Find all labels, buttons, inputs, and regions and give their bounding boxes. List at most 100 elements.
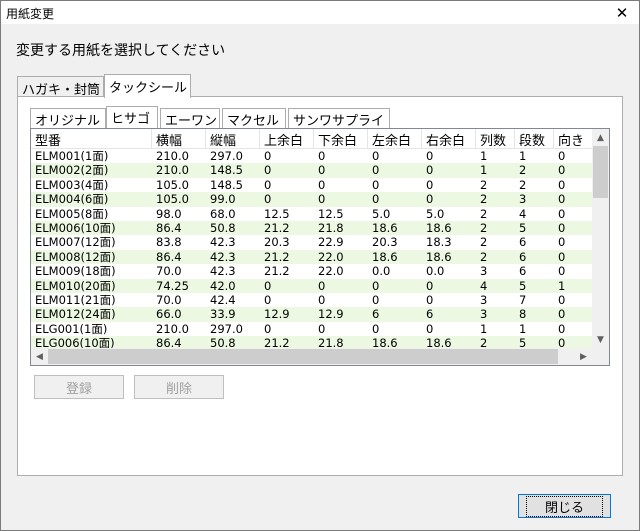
table-cell: 42.0: [210, 278, 236, 293]
table-cell: 20.3: [264, 235, 290, 250]
table-row[interactable]: ELM011(21面) 70.0 42.4 0 0 0 0 3 7 0: [31, 293, 593, 307]
table-row[interactable]: ELM007(12面) 83.8 42.3 20.3 22.9 20.3 18.3 2 6 0: [31, 235, 593, 249]
table-cell: 22.0: [318, 264, 344, 279]
table-cell: 0: [318, 177, 326, 192]
tack-seal-panel: オリジナル ヒサゴ エーワン マクセル サンワサプライ 型番 横幅 縦幅 上余白…: [17, 96, 623, 476]
table-cell: 42.3: [210, 249, 236, 264]
table-cell: 0: [558, 307, 566, 322]
horizontal-scrollbar[interactable]: ◀ ▶: [31, 348, 592, 365]
table-cell: 0: [372, 192, 380, 207]
vertical-scroll-thumb[interactable]: [593, 146, 608, 198]
table-cell: 5.0: [372, 206, 391, 221]
column-header[interactable]: 段数: [515, 129, 554, 149]
tab-a-one[interactable]: エーワン: [160, 108, 220, 129]
table-cell: 0: [264, 321, 272, 336]
table-cell: 3: [480, 292, 488, 307]
table-cell: 21.2: [264, 220, 290, 235]
tab-hisago[interactable]: ヒサゴ: [106, 106, 158, 128]
scroll-right-icon[interactable]: ▶: [575, 348, 592, 365]
table-cell: 0: [264, 177, 272, 192]
register-button[interactable]: 登録: [34, 375, 124, 399]
table-cell: 0: [318, 192, 326, 207]
table-cell: 0: [264, 192, 272, 207]
column-header[interactable]: 左余白: [368, 129, 422, 149]
close-button-label: 閉じる: [525, 495, 603, 517]
table-cell: 0: [426, 177, 434, 192]
table-cell: 21.2: [264, 249, 290, 264]
table-cell: ELM009(18面): [35, 264, 116, 279]
table-cell: 297.0: [210, 321, 243, 336]
table-cell: 0: [372, 177, 380, 192]
table-cell: 1: [519, 149, 527, 163]
table-cell: 74.25: [156, 278, 189, 293]
table-cell: 12.9: [318, 307, 344, 322]
close-button[interactable]: 閉じる: [518, 494, 611, 518]
table-row[interactable]: ELM012(24面) 66.0 33.9 12.9 12.9 6 6 3 8 0: [31, 307, 593, 322]
table-cell: 22.0: [318, 249, 344, 264]
column-header[interactable]: 横幅: [152, 129, 206, 149]
horizontal-scroll-thumb[interactable]: [48, 349, 558, 364]
table-cell: 42.3: [210, 235, 236, 250]
table-cell: 42.3: [210, 264, 236, 279]
table-cell: 18.6: [372, 220, 398, 235]
table-row[interactable]: ELM009(18面) 70.0 42.3 21.2 22.0 0.0 0.0 3 6 0: [31, 264, 593, 278]
tab-hagaki-envelope[interactable]: ハガキ・封筒: [17, 76, 104, 98]
table-header: 型番 横幅 縦幅 上余白 下余白 左余白 右余白 列数 段数 向き: [31, 129, 593, 149]
table-cell: 98.0: [156, 206, 182, 221]
table-cell: 2: [480, 177, 488, 192]
paper-list-table[interactable]: 型番 横幅 縦幅 上余白 下余白 左余白 右余白 列数 段数 向き ELM001…: [30, 128, 610, 366]
column-header[interactable]: 右余白: [422, 129, 476, 149]
table-row[interactable]: ELM006(10面) 86.4 50.8 21.2 21.8 18.6 18.6 2 5 0: [31, 220, 593, 236]
table-cell: 3: [480, 264, 488, 279]
table-cell: 18.6: [426, 220, 452, 235]
window-title: 用紙変更: [6, 7, 55, 21]
vertical-scrollbar[interactable]: ▲ ▼: [592, 129, 609, 348]
column-header[interactable]: 列数: [476, 129, 515, 149]
table-cell: 68.0: [210, 206, 236, 221]
table-cell: 0: [318, 278, 326, 293]
close-icon[interactable]: ✕: [605, 1, 639, 24]
column-header[interactable]: 下余白: [314, 129, 368, 149]
table-row[interactable]: ELM010(20面) 74.25 42.0 0 0 0 0 4 5 1: [31, 278, 593, 293]
table-cell: 0: [558, 163, 566, 178]
table-cell: 0: [264, 278, 272, 293]
column-header[interactable]: 縦幅: [206, 129, 260, 149]
table-row[interactable]: ELM003(4面) 105.0 148.5 0 0 0 0 2 2 0: [31, 178, 593, 192]
delete-button[interactable]: 削除: [134, 375, 224, 399]
table-cell: 42.4: [210, 292, 236, 307]
table-cell: 2: [519, 177, 527, 192]
paper-change-dialog: 用紙変更 ✕ 変更する用紙を選択してください ハガキ・封筒 タックシール オリジ…: [0, 0, 640, 531]
table-cell: ELM008(12面): [35, 249, 116, 264]
tab-sanwa-supply[interactable]: サンワサプライ: [288, 108, 390, 129]
table-cell: 18.6: [372, 249, 398, 264]
tab-maxell[interactable]: マクセル: [222, 108, 286, 129]
column-header[interactable]: 型番: [31, 129, 152, 149]
table-cell: ELM010(20面): [35, 278, 116, 293]
table-cell: 210.0: [156, 149, 189, 163]
table-cell: 0: [372, 163, 380, 178]
tab-original[interactable]: オリジナル: [30, 108, 106, 129]
table-row[interactable]: ELM002(2面) 210.0 148.5 0 0 0 0 1 2 0: [31, 163, 593, 178]
scroll-down-icon[interactable]: ▼: [592, 331, 609, 348]
table-row[interactable]: ELM001(1面) 210.0 297.0 0 0 0 0 1 1 0: [31, 149, 593, 163]
table-cell: 33.9: [210, 307, 236, 322]
table-cell: 99.0: [210, 192, 236, 207]
table-row[interactable]: ELM004(6面) 105.0 99.0 0 0 0 0 2 3 0: [31, 192, 593, 207]
column-header[interactable]: 向き: [554, 129, 593, 149]
scroll-up-icon[interactable]: ▲: [592, 129, 609, 146]
table-cell: 18.6: [426, 249, 452, 264]
table-cell: 0: [426, 292, 434, 307]
table-cell: 21.2: [264, 264, 290, 279]
scroll-left-icon[interactable]: ◀: [31, 348, 48, 365]
table-cell: 210.0: [156, 321, 189, 336]
tab-tack-seal[interactable]: タックシール: [104, 74, 191, 98]
table-cell: ELM001(1面): [35, 149, 109, 163]
table-cell: 0: [318, 163, 326, 178]
table-cell: 86.4: [156, 220, 182, 235]
table-cell: 66.0: [156, 307, 182, 322]
table-cell: 0.0: [426, 264, 445, 279]
table-row[interactable]: ELM005(8面) 98.0 68.0 12.5 12.5 5.0 5.0 2 4 0: [31, 207, 593, 221]
table-row[interactable]: ELM008(12面) 86.4 42.3 21.2 22.0 18.6 18.6 2 6 0: [31, 249, 593, 265]
column-header[interactable]: 上余白: [260, 129, 314, 149]
table-row[interactable]: ELG001(1面) 210.0 297.0 0 0 0 0 1 1 0: [31, 322, 593, 336]
